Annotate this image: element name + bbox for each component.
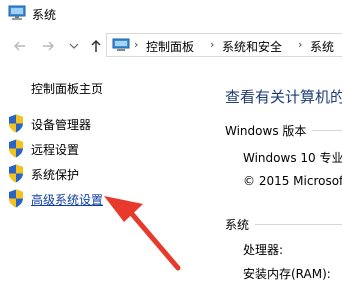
- computer-icon: [8, 5, 26, 20]
- address-bar[interactable]: › 控制面板 › 系统和安全 › 系统: [106, 33, 342, 57]
- sidebar-item-label: 设备管理器: [31, 118, 92, 132]
- forward-arrow-icon: [43, 41, 54, 51]
- copyright-text: © 2015 Microsoft: [243, 174, 342, 188]
- up-button[interactable]: [86, 36, 106, 56]
- system-heading: 系统: [225, 218, 250, 232]
- breadcrumb-separator: ›: [298, 38, 303, 51]
- chevron-down-icon: [69, 43, 79, 49]
- page-title: 查看有关计算机的: [225, 88, 342, 106]
- windows-edition-heading: Windows 版本: [225, 124, 307, 138]
- breadcrumb-separator: ›: [134, 38, 139, 51]
- breadcrumb-system[interactable]: 系统: [310, 38, 334, 55]
- section-divider: [312, 130, 342, 131]
- sidebar: 控制面板主页 设备管理器 远程设置 系统保护 高级系统设置: [0, 64, 210, 296]
- back-arrow-icon: [14, 41, 25, 51]
- uac-shield-icon: [9, 114, 23, 133]
- sidebar-item-label: 系统保护: [31, 168, 80, 182]
- title-bar: 系统: [0, 0, 342, 28]
- control-panel-icon: [112, 38, 130, 51]
- sidebar-item-label: 远程设置: [31, 143, 80, 157]
- processor-label: 处理器:: [243, 243, 284, 257]
- sidebar-item-label: 高级系统设置: [31, 193, 104, 207]
- uac-shield-icon: [9, 139, 23, 158]
- breadcrumb-system-security[interactable]: 系统和安全: [222, 38, 282, 55]
- up-arrow-icon: [91, 39, 101, 52]
- recent-locations-button[interactable]: [64, 36, 84, 56]
- control-panel-home-link[interactable]: 控制面板主页: [31, 80, 103, 97]
- back-button[interactable]: [10, 36, 30, 56]
- section-divider: [255, 224, 342, 225]
- windows-edition-name: Windows 10 专业: [243, 151, 342, 165]
- uac-shield-icon: [9, 164, 23, 183]
- forward-button[interactable]: [38, 36, 58, 56]
- breadcrumb-separator: ›: [210, 38, 215, 51]
- breadcrumb-control-panel[interactable]: 控制面板: [146, 38, 194, 55]
- navigation-bar: › 控制面板 › 系统和安全 › 系统: [0, 28, 342, 64]
- main-content: 查看有关计算机的 Windows 版本 Windows 10 专业 © 2015…: [210, 64, 342, 296]
- uac-shield-icon: [9, 189, 23, 208]
- window-title: 系统: [32, 8, 57, 22]
- ram-label: 安装内存(RAM):: [243, 267, 331, 281]
